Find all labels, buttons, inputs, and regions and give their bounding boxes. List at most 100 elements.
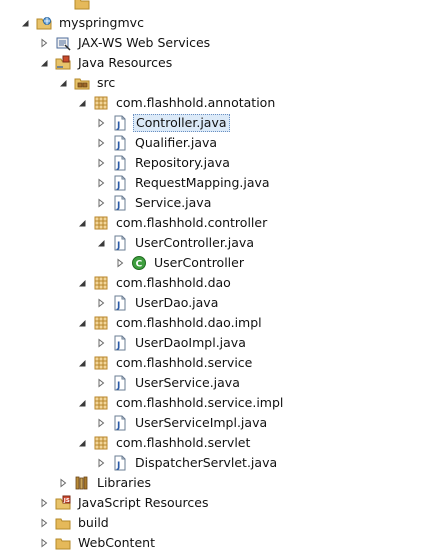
svg-text:J: J — [116, 141, 120, 151]
tree-item[interactable] — [58, 0, 99, 13]
tree-item-label: DispatcherServlet.java — [135, 455, 278, 470]
expand-toggle-expanded-icon[interactable] — [77, 393, 87, 413]
tree-item-label: build — [78, 515, 109, 530]
package-icon — [93, 435, 109, 451]
tree-item-label: com.flashhold.annotation — [116, 95, 276, 110]
web-services-icon — [55, 35, 71, 51]
java-file-icon: J — [112, 335, 128, 351]
tree-item-label: JAX-WS Web Services — [78, 35, 211, 50]
tree-item[interactable]: Libraries — [58, 473, 153, 493]
tree-item-label: com.flashhold.controller — [116, 215, 268, 230]
tree-item[interactable]: J Qualifier.java — [96, 133, 219, 153]
svg-text:J: J — [116, 341, 120, 351]
tree-item[interactable]: Java Resources — [39, 53, 174, 73]
tree-item-label: com.flashhold.dao.impl — [116, 315, 262, 330]
expand-toggle-collapsed-icon[interactable] — [96, 133, 106, 153]
expand-toggle-expanded-icon[interactable] — [77, 353, 87, 373]
source-folder-icon — [74, 75, 90, 91]
tree-item[interactable]: J UserController.java — [96, 233, 256, 253]
svg-text:J: J — [116, 121, 120, 131]
svg-text:J: J — [116, 181, 120, 191]
expand-toggle-expanded-icon[interactable] — [58, 73, 68, 93]
tree-item[interactable]: JAX-WS Web Services — [39, 33, 212, 53]
tree-item[interactable]: J RequestMapping.java — [96, 173, 272, 193]
tree-item[interactable]: com.flashhold.dao — [77, 273, 233, 293]
svg-text:J: J — [116, 461, 120, 471]
expand-toggle-expanded-icon[interactable] — [96, 233, 106, 253]
tree-item[interactable]: com.flashhold.servlet — [77, 433, 252, 453]
expand-toggle-spacer — [58, 0, 68, 13]
expand-toggle-collapsed-icon[interactable] — [96, 373, 106, 393]
tree-item-label: UserServiceImpl.java — [135, 415, 268, 430]
java-file-icon: J — [112, 115, 128, 131]
expand-toggle-collapsed-icon[interactable] — [39, 533, 49, 552]
expand-toggle-collapsed-icon[interactable] — [96, 113, 106, 133]
expand-toggle-collapsed-icon[interactable] — [115, 253, 125, 273]
package-icon — [93, 215, 109, 231]
tree-item[interactable]: build — [39, 513, 111, 533]
expand-toggle-expanded-icon[interactable] — [77, 273, 87, 293]
expand-toggle-expanded-icon[interactable] — [20, 13, 30, 33]
expand-toggle-expanded-icon[interactable] — [39, 53, 49, 73]
tree-item-label: WebContent — [78, 535, 155, 550]
expand-toggle-collapsed-icon[interactable] — [96, 453, 106, 473]
tree-item[interactable]: J UserDaoImpl.java — [96, 333, 248, 353]
expand-toggle-collapsed-icon[interactable] — [96, 293, 106, 313]
tree-item-label: Repository.java — [135, 155, 230, 170]
tree-item[interactable]: J Service.java — [96, 193, 213, 213]
java-file-icon: J — [112, 415, 128, 431]
expand-toggle-expanded-icon[interactable] — [77, 213, 87, 233]
project-explorer-tree: myspringmvc JAX-WS Web Services Java Resou… — [0, 0, 445, 552]
tree-item[interactable]: J Controller.java — [96, 113, 230, 133]
tree-item-label: com.flashhold.servlet — [116, 435, 251, 450]
tree-item[interactable]: com.flashhold.dao.impl — [77, 313, 264, 333]
package-icon — [93, 275, 109, 291]
tree-item-label: RequestMapping.java — [135, 175, 270, 190]
tree-item[interactable]: J UserDao.java — [96, 293, 220, 313]
tree-item[interactable]: J Repository.java — [96, 153, 232, 173]
tree-item[interactable]: WebContent — [39, 533, 157, 552]
tree-item[interactable]: com.flashhold.annotation — [77, 93, 277, 113]
tree-item[interactable]: J DispatcherServlet.java — [96, 453, 279, 473]
tree-item[interactable]: com.flashhold.service — [77, 353, 254, 373]
tree-item[interactable]: com.flashhold.service.impl — [77, 393, 285, 413]
expand-toggle-collapsed-icon[interactable] — [58, 473, 68, 493]
tree-item-label: Controller.java — [133, 114, 230, 132]
tree-item[interactable]: J UserServiceImpl.java — [96, 413, 269, 433]
java-file-icon: J — [112, 375, 128, 391]
java-file-icon: J — [112, 295, 128, 311]
tree-item[interactable]: myspringmvc — [20, 13, 146, 33]
web-project-icon — [36, 15, 52, 31]
tree-item[interactable]: C UserController — [115, 253, 246, 273]
tree-item-label: UserService.java — [135, 375, 240, 390]
svg-text:JS: JS — [63, 498, 70, 504]
expand-toggle-collapsed-icon[interactable] — [39, 513, 49, 533]
java-file-icon: J — [112, 235, 128, 251]
tree-item[interactable]: src — [58, 73, 117, 93]
expand-toggle-collapsed-icon[interactable] — [39, 493, 49, 513]
expand-toggle-collapsed-icon[interactable] — [39, 33, 49, 53]
tree-item[interactable]: com.flashhold.controller — [77, 213, 269, 233]
tree-item-label: Java Resources — [78, 55, 173, 70]
java-file-icon: J — [112, 195, 128, 211]
tree-item[interactable]: J UserService.java — [96, 373, 242, 393]
package-icon — [93, 315, 109, 331]
tree-item[interactable]: JS JavaScript Resources — [39, 493, 210, 513]
expand-toggle-expanded-icon[interactable] — [77, 93, 87, 113]
expand-toggle-collapsed-icon[interactable] — [96, 333, 106, 353]
expand-toggle-collapsed-icon[interactable] — [96, 413, 106, 433]
tree-item-label: UserDao.java — [135, 295, 219, 310]
tree-item-label: com.flashhold.dao — [116, 275, 231, 290]
tree-item-label: UserController.java — [135, 235, 254, 250]
package-icon — [93, 95, 109, 111]
expand-toggle-collapsed-icon[interactable] — [96, 193, 106, 213]
folder-icon — [74, 0, 90, 11]
svg-text:J: J — [116, 161, 120, 171]
expand-toggle-collapsed-icon[interactable] — [96, 173, 106, 193]
java-file-icon: J — [112, 455, 128, 471]
expand-toggle-expanded-icon[interactable] — [77, 433, 87, 453]
tree-item-label: UserDaoImpl.java — [135, 335, 246, 350]
expand-toggle-expanded-icon[interactable] — [77, 313, 87, 333]
java-resources-icon — [55, 55, 71, 71]
expand-toggle-collapsed-icon[interactable] — [96, 153, 106, 173]
